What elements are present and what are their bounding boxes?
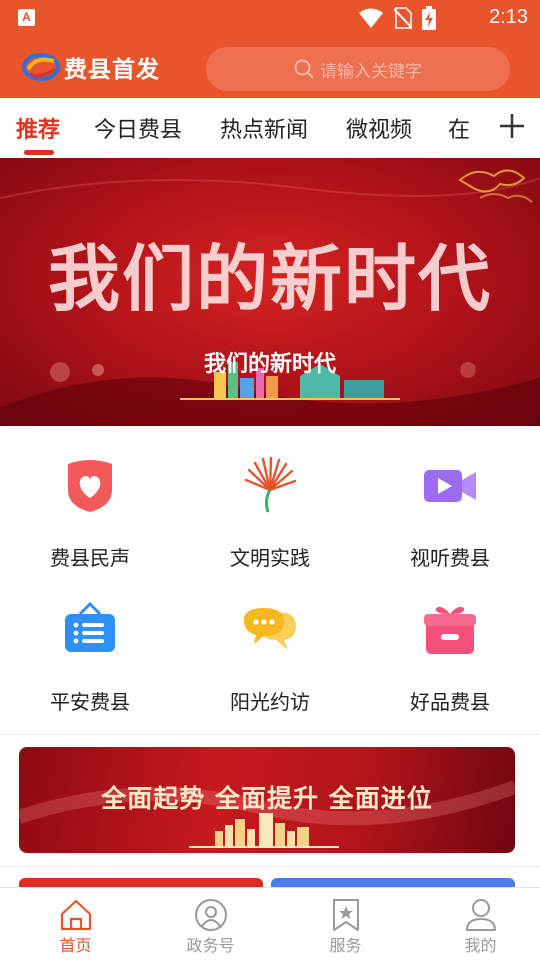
tab-today-feixian[interactable]: 今日费县 (94, 112, 182, 144)
section-divider (0, 734, 540, 735)
search-input[interactable]: 请输入关键字 (206, 47, 510, 91)
tab-partial[interactable]: 在 (448, 112, 470, 144)
nav-label: 政务号 (186, 936, 235, 955)
shortcut-label: 文明实践 (230, 546, 310, 570)
tab-micro-video[interactable]: 微视频 (346, 112, 412, 144)
heart-shield-icon (68, 460, 112, 512)
shortcut-grid: 费县民声 文明实践 视听费县 平安费县 阳光约访 好品费县 (0, 442, 540, 732)
slogan-text: 全面起势 全面提升 全面进位 (101, 784, 433, 813)
shortcut-feixian-voice[interactable]: 费县民声 (0, 442, 180, 582)
shortcut-sunshine-visit[interactable]: 阳光约访 (180, 586, 360, 726)
wifi-icon (359, 8, 383, 28)
shortcut-safe-feixian[interactable]: 平安费县 (0, 586, 180, 726)
bookmark-star-icon (333, 899, 359, 931)
tab-fade (472, 98, 492, 158)
gift-box-icon (424, 606, 476, 654)
logo-mark-icon (22, 53, 60, 81)
no-sim-icon (394, 7, 412, 29)
video-camera-icon (424, 470, 476, 502)
nav-label: 服务 (329, 936, 362, 955)
shortcut-label: 视听费县 (410, 546, 490, 570)
app-logo[interactable]: 费县首发 (22, 50, 160, 84)
status-icons (358, 6, 436, 30)
shortcut-good-products[interactable]: 好品费县 (360, 586, 540, 726)
hero-banner[interactable]: 我们的新时代 我们的新时代 (0, 158, 540, 426)
shortcut-label: 好品费县 (410, 690, 490, 714)
shortcut-label: 阳光约访 (230, 690, 310, 714)
search-placeholder: 请输入关键字 (320, 61, 422, 82)
plus-icon[interactable] (492, 106, 532, 146)
banner-headline: 我们的新时代 (47, 237, 492, 321)
nav-mine[interactable]: 我的 (413, 888, 540, 960)
user-icon (466, 899, 496, 931)
slogan-banner[interactable]: 全面起势 全面提升 全面进位 (19, 747, 515, 853)
tab-recommend[interactable]: 推荐 (16, 112, 60, 144)
shortcut-label: 费县民声 (50, 546, 130, 570)
active-tab-indicator (24, 150, 54, 155)
channel-tabs: 推荐 今日费县 热点新闻 微视频 在 (0, 98, 540, 158)
shortcut-civilization-practice[interactable]: 文明实践 (180, 442, 360, 582)
app-header: 费县首发 请输入关键字 (0, 36, 540, 98)
tab-hot-news[interactable]: 热点新闻 (220, 112, 308, 144)
nav-label: 首页 (59, 936, 92, 955)
chat-bubbles-icon (244, 608, 296, 650)
status-time: 2:13 (489, 6, 528, 28)
battery-charging-icon (422, 6, 436, 30)
shortcut-label: 平安费县 (50, 690, 130, 714)
notification-icon: A (18, 9, 35, 26)
section-divider (0, 866, 540, 867)
status-bar: A 2:13 (0, 0, 540, 36)
nav-government-accounts[interactable]: 政务号 (143, 888, 278, 960)
bottom-nav: 首页 政务号 服务 我的 (0, 887, 540, 960)
shortcut-audiovisual-feixian[interactable]: 视听费县 (360, 442, 540, 582)
fan-icon (244, 456, 297, 513)
home-icon (60, 899, 92, 931)
badge-icon (195, 899, 227, 931)
nav-label: 我的 (464, 936, 497, 955)
nav-home[interactable]: 首页 (8, 888, 143, 960)
logo-text: 费县首发 (64, 56, 160, 83)
search-icon (294, 59, 314, 79)
banner-caption: 我们的新时代 (203, 352, 336, 377)
nav-services[interactable]: 服务 (278, 888, 413, 960)
notice-board-icon (65, 601, 115, 652)
